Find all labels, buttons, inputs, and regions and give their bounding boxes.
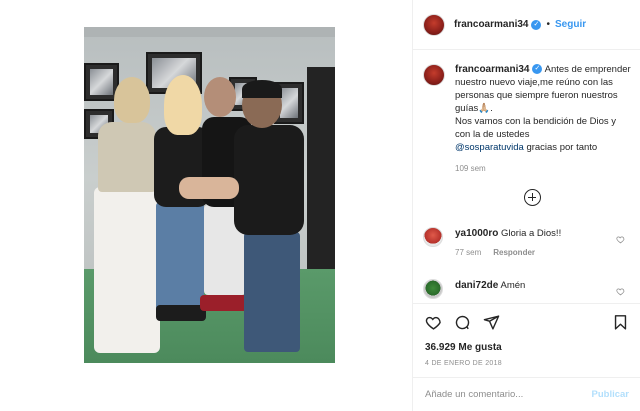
comment-input[interactable] <box>425 389 592 400</box>
plus-circle-icon[interactable] <box>524 189 541 206</box>
comment-meta: 77 sem Responder <box>455 248 615 257</box>
person-figure <box>234 125 304 235</box>
instagram-post: francoarmani34 ✓ • Seguir francoarmani34… <box>0 0 640 411</box>
caption-time[interactable]: 109 sem <box>455 162 631 175</box>
caption-body: Nos vamos con la bendición de Dios y con… <box>455 116 617 140</box>
person-figure <box>242 80 282 98</box>
author-avatar[interactable] <box>423 13 445 36</box>
person-figure <box>200 295 250 311</box>
caption-text: francoarmani34 ✓ Antes de emprender nuest… <box>455 63 631 175</box>
person-figure <box>164 75 202 135</box>
comment-time[interactable]: 77 sem <box>455 248 481 257</box>
likes-count[interactable]: 36.929 Me gusta <box>425 342 502 353</box>
commenter-username[interactable]: ya1000ro <box>455 228 498 239</box>
post-media <box>0 0 412 411</box>
person-figure <box>204 77 236 117</box>
commenter-username[interactable]: dani72de <box>455 280 498 291</box>
commenter-avatar[interactable] <box>423 279 443 299</box>
comment-text: Amén <box>500 280 526 291</box>
person-figure <box>98 122 156 192</box>
verified-badge-icon: ✓ <box>532 64 543 75</box>
comment-item: dani72de Amén <box>423 279 633 299</box>
person-figure <box>94 187 160 353</box>
author-avatar[interactable] <box>423 64 445 86</box>
joined-hands <box>179 177 239 199</box>
person-figure <box>156 305 206 321</box>
comment-text: Gloria a Dios!! <box>501 228 562 239</box>
share-icon[interactable] <box>483 314 500 331</box>
post-date[interactable]: 4 DE ENERO DE 2018 <box>425 360 502 367</box>
comment-item: ya1000ro Gloria a Dios!! 77 sem Responder <box>423 227 633 257</box>
verified-badge-icon: ✓ <box>531 19 542 30</box>
person-figure <box>244 232 300 352</box>
caption-body: gracias por tanto <box>526 142 598 153</box>
post-sidebar: francoarmani34 ✓ • Seguir francoarmani34… <box>412 0 640 411</box>
caption-username[interactable]: francoarmani34 <box>455 64 529 75</box>
person-figure <box>156 202 204 312</box>
post-actions: 36.929 Me gusta 4 DE ENERO DE 2018 <box>413 303 640 377</box>
bookmark-icon[interactable] <box>612 314 629 331</box>
action-buttons <box>425 314 500 331</box>
photo-ceiling <box>84 27 335 37</box>
author-username[interactable]: francoarmani34 <box>454 19 528 30</box>
post-header: francoarmani34 ✓ • Seguir <box>413 0 640 50</box>
post-photo[interactable] <box>84 27 335 363</box>
add-comment-bar: Publicar <box>413 377 640 411</box>
comments-section[interactable]: francoarmani34 ✓ Antes de emprender nuest… <box>413 51 640 303</box>
post-caption: francoarmani34 ✓ Antes de emprender nuest… <box>423 63 633 175</box>
person-figure <box>114 77 150 123</box>
separator-dot: • <box>546 19 550 30</box>
comment-body: ya1000ro Gloria a Dios!! 77 sem Responder <box>455 227 615 257</box>
post-comment-button[interactable]: Publicar <box>592 389 630 400</box>
heart-icon[interactable] <box>616 235 625 244</box>
follow-button[interactable]: Seguir <box>555 19 586 30</box>
heart-icon[interactable] <box>616 287 625 296</box>
caption-mention[interactable]: @sosparatuvida <box>455 142 524 153</box>
commenter-avatar[interactable] <box>423 227 443 247</box>
comment-icon[interactable] <box>454 314 471 331</box>
reply-button[interactable]: Responder <box>493 248 535 257</box>
comment-body: dani72de Amén <box>455 279 615 299</box>
heart-icon[interactable] <box>425 314 442 331</box>
